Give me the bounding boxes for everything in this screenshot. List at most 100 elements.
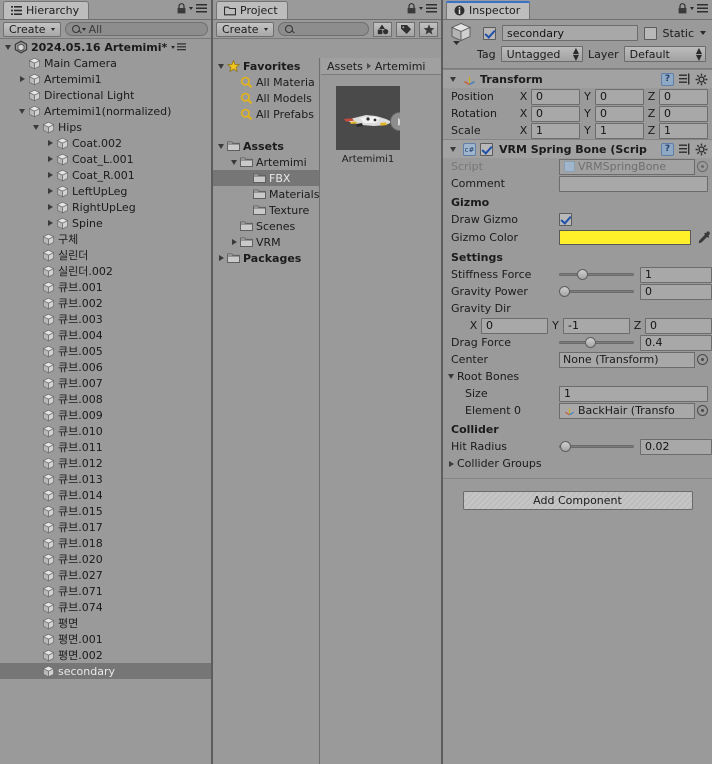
hierarchy-row[interactable]: Spine [0,215,211,231]
springbone-enabled-checkbox[interactable] [480,142,493,156]
hierarchy-row[interactable]: 큐브.011 [0,439,211,455]
menu-icon[interactable] [196,4,207,13]
center-object-field[interactable]: None (Transform) [559,351,695,368]
transform-header[interactable]: Transform ? [443,70,712,88]
hierarchy-row[interactable]: 큐브.008 [0,391,211,407]
lock-icon[interactable] [407,3,416,14]
hierarchy-row[interactable]: 큐브.071 [0,583,211,599]
gizmo-color-swatch[interactable] [559,230,691,245]
chevron-down-icon[interactable] [419,7,423,10]
layer-dropdown[interactable]: Default ▲ ▼ [623,46,706,62]
hierarchy-row[interactable]: 큐브.014 [0,487,211,503]
size-field[interactable]: 1 [559,385,708,402]
transform-rotation-x-field[interactable]: 0 [531,105,580,122]
transform-scale-y-field[interactable]: 1 [595,122,644,139]
hierarchy-row[interactable]: 평면.001 [0,631,211,647]
transform-rotation-y-field[interactable]: 0 [595,105,644,122]
breadcrumb-item-1[interactable]: Artemimi [375,60,426,73]
gravity-dir-x-field[interactable]: 0 [481,317,548,334]
lock-icon[interactable] [678,3,687,14]
expand-arrow-icon[interactable] [44,140,56,146]
project-tree-row[interactable]: Packages [213,250,319,266]
gravity-power-slider[interactable] [559,285,634,299]
hierarchy-row[interactable]: 큐브.020 [0,551,211,567]
menu-icon[interactable] [426,4,437,13]
hierarchy-row[interactable]: 실린더.002 [0,263,211,279]
hierarchy-row[interactable]: 큐브.004 [0,327,211,343]
hierarchy-row[interactable]: 구체 [0,231,211,247]
comment-field[interactable] [559,175,708,192]
hierarchy-row[interactable]: Artemimi1 [0,71,211,87]
lock-icon[interactable] [177,3,186,14]
tag-dropdown[interactable]: Untagged ▲ ▼ [500,46,583,62]
transform-foldout-arrow-icon[interactable] [447,76,459,82]
transform-scale-z-field[interactable]: 1 [659,122,708,139]
expand-arrow-icon[interactable] [215,63,227,69]
element0-object-field[interactable]: BackHair (Transfo [559,402,695,419]
help-icon[interactable]: ? [661,142,674,156]
gravity-power-field[interactable]: 0 [640,283,712,300]
expand-arrow-icon[interactable] [44,220,56,226]
filter-favorites-button[interactable] [419,21,438,37]
drag-force-field[interactable]: 0.4 [640,334,712,351]
static-dropdown-chevron-icon[interactable] [700,31,706,35]
expand-arrow-icon[interactable] [215,143,227,149]
project-create-button[interactable]: Create [216,21,274,37]
scene-menu-icon[interactable] [177,43,187,51]
expand-arrow-icon[interactable] [30,124,42,130]
expand-arrow-icon[interactable] [44,188,56,194]
project-tree-row-selected[interactable]: FBX [213,170,319,186]
help-icon[interactable]: ? [661,72,674,86]
project-tree-row[interactable]: Favorites [213,58,319,74]
collider-groups-row[interactable]: Collider Groups [443,455,712,472]
hit-radius-slider[interactable] [559,440,634,454]
project-tree-row[interactable]: Assets [213,138,319,154]
hierarchy-row[interactable]: 큐브.007 [0,375,211,391]
hierarchy-row[interactable]: 큐브.002 [0,295,211,311]
expand-arrow-icon[interactable] [44,172,56,178]
hierarchy-row[interactable]: 큐브.006 [0,359,211,375]
preset-icon[interactable] [678,73,691,86]
hit-radius-field[interactable]: 0.02 [640,438,712,455]
hierarchy-row[interactable]: Hips [0,119,211,135]
hierarchy-row[interactable]: 큐브.012 [0,455,211,471]
collider-groups-foldout-arrow-icon[interactable] [445,460,457,467]
hierarchy-row[interactable]: 실린더 [0,247,211,263]
hierarchy-row[interactable]: 평면.002 [0,647,211,663]
tab-hierarchy[interactable]: Hierarchy [3,1,90,19]
hierarchy-create-button[interactable]: Create [3,21,61,37]
hierarchy-row[interactable]: 큐브.005 [0,343,211,359]
transform-rotation-z-field[interactable]: 0 [659,105,708,122]
hierarchy-row[interactable]: Coat.002 [0,135,211,151]
hierarchy-row[interactable]: 큐브.027 [0,567,211,583]
expand-arrow-icon[interactable] [228,159,240,165]
eyedropper-icon[interactable] [696,230,712,246]
tab-project[interactable]: Project [216,1,288,19]
element0-object-picker-icon[interactable] [697,405,708,416]
tab-inspector[interactable]: Inspector [446,1,531,19]
chevron-down-icon[interactable] [189,7,193,10]
hierarchy-row-selected[interactable]: secondary [0,663,211,679]
hierarchy-row[interactable]: Main Camera [0,55,211,71]
project-tree-row[interactable]: Materials [213,186,319,202]
expand-arrow-icon[interactable] [16,108,28,114]
gameobject-icon[interactable] [449,20,477,46]
transform-position-y-field[interactable]: 0 [595,88,644,105]
hierarchy-row[interactable]: Directional Light [0,87,211,103]
stiffness-force-slider[interactable] [559,268,634,282]
springbone-foldout-arrow-icon[interactable] [447,146,459,152]
root-bones-row[interactable]: Root Bones [443,368,712,385]
breadcrumb-item-0[interactable]: Assets [327,60,363,73]
expand-arrow-icon[interactable] [228,239,240,245]
project-tree-row[interactable]: Scenes [213,218,319,234]
hierarchy-row[interactable]: Artemimi1(normalized) [0,103,211,119]
hierarchy-scene-row[interactable]: 2024.05.16 Artemimi* [0,39,211,55]
filter-by-label-button[interactable] [396,21,415,37]
transform-scale-x-field[interactable]: 1 [531,122,580,139]
preset-icon[interactable] [678,143,691,156]
drag-force-slider[interactable] [559,336,634,350]
draw-gizmo-checkbox[interactable] [559,213,572,226]
expand-arrow-icon[interactable] [16,76,28,82]
asset-item-artemimi1[interactable]: Artemimi1 [336,86,400,165]
project-search-input[interactable] [277,22,369,36]
